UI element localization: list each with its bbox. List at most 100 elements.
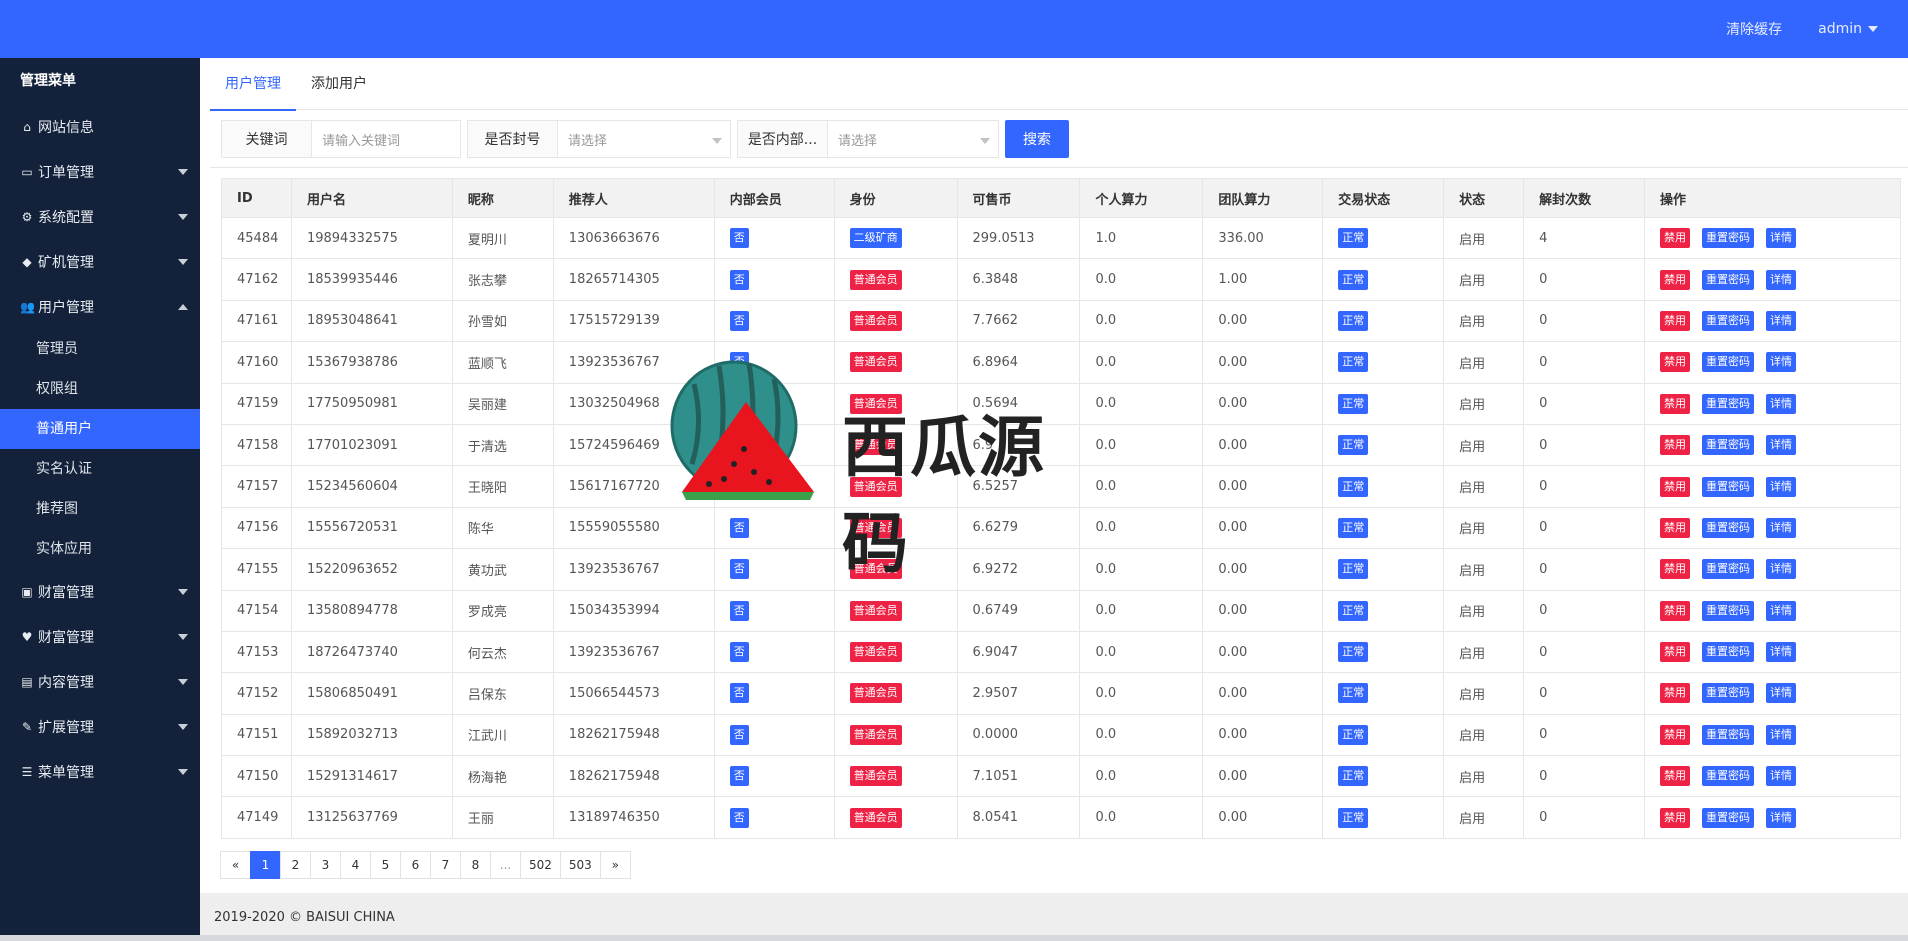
reset-password-button[interactable]: 重置密码: [1702, 766, 1754, 787]
sidebar-item-1[interactable]: ▭ 订单管理: [0, 149, 200, 194]
details-button[interactable]: 详情: [1766, 807, 1796, 828]
disable-button[interactable]: 禁用: [1660, 766, 1690, 787]
prev-page-button[interactable]: «: [220, 851, 251, 879]
table-cell: 18726473740: [290, 630, 453, 674]
filter-bar: 关键词 请输入关键词 是否封号 请选择 是否内部... 请选择 搜索: [221, 120, 1069, 158]
sidebar-item-0[interactable]: ⌂ 网站信息: [0, 104, 200, 149]
details-button[interactable]: 详情: [1766, 683, 1796, 704]
table-row: 47161 18953048641 孙雪如 17515729139 否 普通会员 7.766…: [221, 299, 1901, 343]
sidebar-item-2[interactable]: ⚙ 系统配置: [0, 194, 200, 239]
next-page-button[interactable]: »: [599, 851, 631, 879]
reset-password-button[interactable]: 重置密码: [1702, 435, 1754, 456]
table-cell: 启用: [1443, 713, 1525, 757]
details-button[interactable]: 详情: [1766, 559, 1796, 580]
sidebar-subitem-3[interactable]: 实名认证: [0, 449, 200, 489]
internal-select[interactable]: 请选择: [828, 121, 998, 157]
details-button[interactable]: 详情: [1766, 310, 1796, 331]
table-row: 47150 15291314617 杨海艳 18262175948 否 普通会员 7.105…: [221, 755, 1901, 798]
reset-password-button[interactable]: 重置密码: [1702, 310, 1754, 331]
page-button[interactable]: 4: [340, 851, 371, 879]
disable-button[interactable]: 禁用: [1660, 435, 1690, 456]
sidebar-subitem-5[interactable]: 实体应用: [0, 529, 200, 569]
reset-password-button[interactable]: 重置密码: [1702, 642, 1754, 663]
disable-button[interactable]: 禁用: [1660, 642, 1690, 663]
clear-cache-link[interactable]: 清除缓存: [1726, 19, 1782, 39]
reset-password-button[interactable]: 重置密码: [1702, 600, 1754, 621]
details-button[interactable]: 详情: [1766, 724, 1796, 745]
page-button[interactable]: 5: [370, 851, 401, 879]
sidebar-subitem-4[interactable]: 推荐图: [0, 489, 200, 529]
table-cell: 0.0: [1079, 713, 1204, 757]
page-button[interactable]: 8: [460, 851, 491, 879]
sidebar-item-8[interactable]: ✎ 扩展管理: [0, 704, 200, 749]
disable-button[interactable]: 禁用: [1660, 559, 1690, 580]
reset-password-button[interactable]: 重置密码: [1702, 228, 1754, 249]
disable-button[interactable]: 禁用: [1660, 724, 1690, 745]
trade-status-badge: 正常: [1338, 642, 1369, 663]
sidebar-item-5[interactable]: ▣ 财富管理: [0, 569, 200, 614]
sidebar: 管理菜单 ⌂ 网站信息 ▭ 订单管理 ⚙ 系统配置 ◆ 矿机管理 👥 用户管理 管理员 权限组 普通用户…: [0, 58, 200, 941]
sidebar-item-3[interactable]: ◆ 矿机管理: [0, 239, 200, 284]
reset-password-button[interactable]: 重置密码: [1702, 476, 1754, 497]
sidebar-item-9[interactable]: ☰ 菜单管理: [0, 749, 200, 794]
reset-password-button[interactable]: 重置密码: [1702, 683, 1754, 704]
page-button[interactable]: 503: [559, 851, 601, 879]
column-header: 状态: [1443, 178, 1525, 218]
sidebar-subitem-1[interactable]: 权限组: [0, 369, 200, 409]
disable-button[interactable]: 禁用: [1660, 807, 1690, 828]
disable-button[interactable]: 禁用: [1660, 476, 1690, 497]
actions-cell: 禁用 重置密码 详情: [1644, 755, 1901, 798]
disable-button[interactable]: 禁用: [1660, 393, 1690, 414]
sidebar-item-6[interactable]: ♥ 财富管理: [0, 614, 200, 659]
search-button[interactable]: 搜索: [1005, 120, 1069, 158]
banned-select[interactable]: 请选择: [558, 121, 730, 157]
table-cell: 0.00: [1202, 382, 1324, 425]
details-button[interactable]: 详情: [1766, 766, 1796, 787]
details-button[interactable]: 详情: [1766, 228, 1796, 249]
page-button[interactable]: 502: [520, 851, 561, 879]
reset-password-button[interactable]: 重置密码: [1702, 517, 1754, 538]
table-cell: 13580894778: [290, 589, 453, 632]
reset-password-button[interactable]: 重置密码: [1702, 807, 1754, 828]
table-cell: 47151: [221, 713, 292, 757]
details-button[interactable]: 详情: [1766, 352, 1796, 373]
disable-button[interactable]: 禁用: [1660, 269, 1690, 290]
reset-password-button[interactable]: 重置密码: [1702, 559, 1754, 580]
internal-badge: 否: [729, 476, 749, 497]
disable-button[interactable]: 禁用: [1660, 683, 1690, 704]
sidebar-subitem-0[interactable]: 管理员: [0, 329, 200, 369]
page-button[interactable]: 3: [310, 851, 341, 879]
sidebar-item-4[interactable]: 👥 用户管理: [0, 284, 200, 329]
details-button[interactable]: 详情: [1766, 393, 1796, 414]
tab-user-management[interactable]: 用户管理: [210, 58, 296, 111]
details-button[interactable]: 详情: [1766, 476, 1796, 497]
user-menu[interactable]: admin: [1818, 21, 1878, 37]
keyword-input[interactable]: 请输入关键词: [312, 121, 460, 157]
sidebar-subitem-2[interactable]: 普通用户: [0, 409, 200, 449]
table-cell: 15892032713: [290, 713, 453, 757]
reset-password-button[interactable]: 重置密码: [1702, 724, 1754, 745]
tab-add-user[interactable]: 添加用户: [296, 58, 382, 110]
reset-password-button[interactable]: 重置密码: [1702, 352, 1754, 373]
details-button[interactable]: 详情: [1766, 642, 1796, 663]
details-button[interactable]: 详情: [1766, 517, 1796, 538]
page-button[interactable]: 2: [280, 851, 311, 879]
reset-password-button[interactable]: 重置密码: [1702, 269, 1754, 290]
details-button[interactable]: 详情: [1766, 600, 1796, 621]
page-button[interactable]: 6: [400, 851, 431, 879]
sidebar-item-7[interactable]: ▤ 内容管理: [0, 659, 200, 704]
details-button[interactable]: 详情: [1766, 435, 1796, 456]
page-button[interactable]: 1: [250, 851, 281, 879]
disable-button[interactable]: 禁用: [1660, 517, 1690, 538]
chevron-down-icon: [178, 724, 188, 730]
internal-badge: 否: [729, 600, 749, 621]
disable-button[interactable]: 禁用: [1660, 228, 1690, 249]
disable-button[interactable]: 禁用: [1660, 352, 1690, 373]
disable-button[interactable]: 禁用: [1660, 600, 1690, 621]
page-button[interactable]: 7: [430, 851, 461, 879]
reset-password-button[interactable]: 重置密码: [1702, 393, 1754, 414]
table-cell: 正常: [1322, 630, 1445, 674]
details-button[interactable]: 详情: [1766, 269, 1796, 290]
table-cell: 否: [713, 713, 835, 757]
disable-button[interactable]: 禁用: [1660, 310, 1690, 331]
